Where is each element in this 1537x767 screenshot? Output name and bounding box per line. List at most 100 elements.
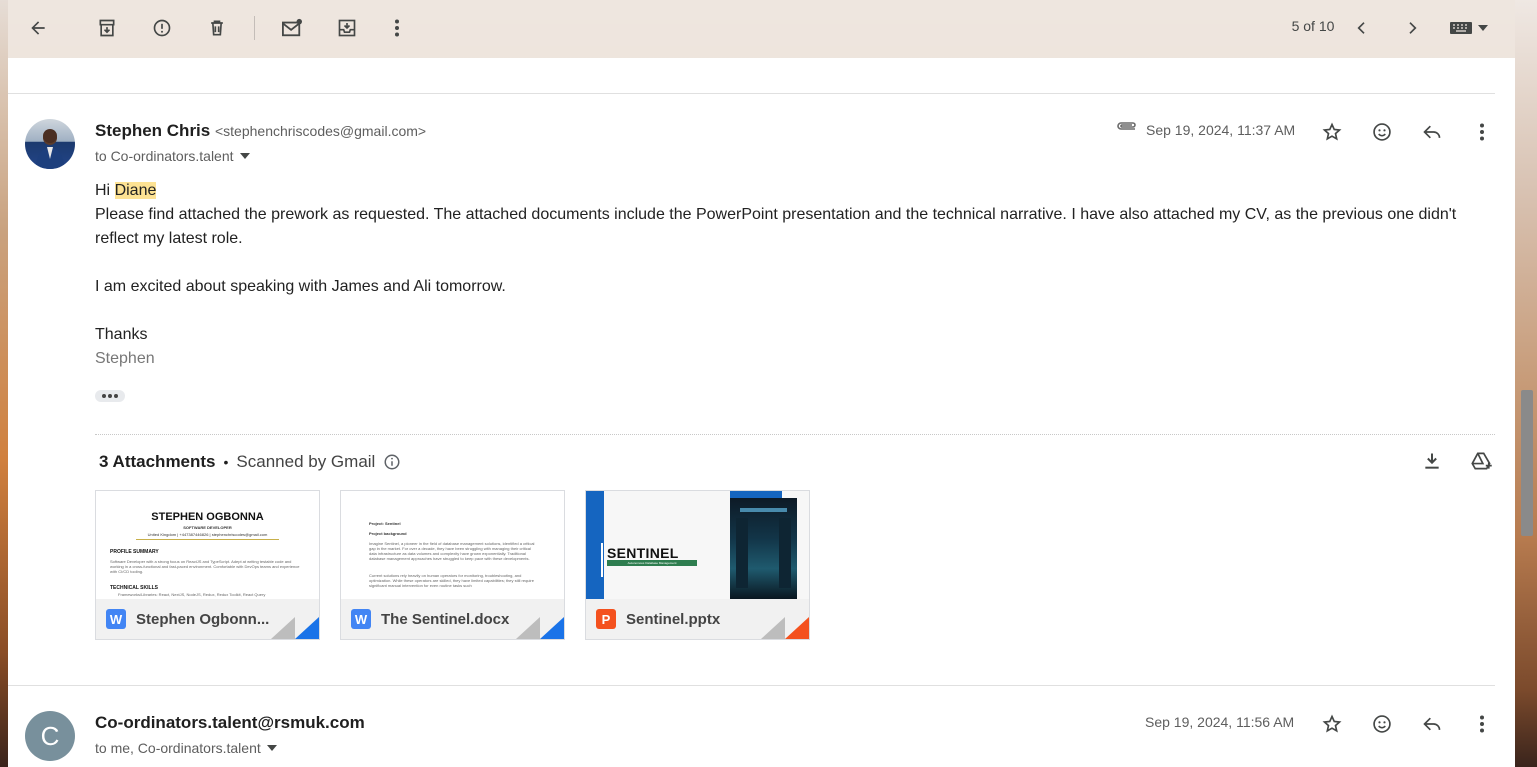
report-spam-button[interactable] — [144, 10, 180, 46]
archive-button[interactable] — [89, 10, 125, 46]
mark-unread-button[interactable] — [274, 10, 310, 46]
show-details-icon[interactable] — [266, 745, 277, 751]
back-arrow-icon — [31, 21, 45, 35]
download-all-icon — [1425, 453, 1439, 469]
attachment-card-sentinel-pptx[interactable]: SENTINEL Autonomous Database Management … — [585, 490, 810, 640]
message-body: Hi Diane Please find attached the prewor… — [95, 179, 1490, 371]
wallpaper-right — [1515, 0, 1537, 767]
greeting: Hi Diane — [95, 182, 157, 199]
star-icon — [1322, 714, 1342, 733]
page-fold — [516, 617, 540, 639]
reply-button[interactable] — [1416, 116, 1448, 148]
preview-title: STEPHEN OGBONNA — [151, 511, 264, 523]
preview-rule — [136, 539, 279, 540]
recipient-text: to Co-ordinators.talent — [95, 148, 234, 164]
mark-unread-icon — [282, 18, 302, 37]
preview-paragraph: Imagine Sentinel, a pioneer in the field… — [369, 541, 535, 561]
move-to-icon — [338, 19, 356, 37]
reply-icon — [1423, 717, 1441, 731]
message-toolbar: 5 of 10 — [8, 0, 1515, 58]
input-tools-button[interactable] — [1444, 10, 1494, 46]
star-icon — [1322, 122, 1342, 141]
more-vert-icon — [395, 19, 399, 37]
pagination-count: 5 of 10 — [1291, 18, 1335, 34]
word-file-icon: W — [106, 609, 126, 629]
star-button[interactable] — [1316, 116, 1348, 148]
server-room-image — [730, 498, 797, 599]
sender-email: <stephenchriscodes@gmail.com> — [214, 123, 427, 139]
add-to-drive-icon — [1471, 452, 1492, 470]
closing: Thanks — [95, 326, 148, 343]
preview-section-skills: TECHNICAL SKILLS — [110, 585, 158, 591]
conversation-panel: Stephen Chris <stephenchriscodes@gmail.c… — [8, 58, 1515, 767]
signature: Stephen — [95, 350, 155, 367]
older-button[interactable] — [1394, 10, 1430, 46]
emoji-icon — [1373, 715, 1391, 733]
message-date[interactable]: Sep 19, 2024, 11:56 AM — [1145, 714, 1294, 730]
download-all-button[interactable] — [1416, 445, 1448, 477]
highlighted-name: Diane — [114, 182, 157, 199]
delete-button[interactable] — [199, 10, 235, 46]
show-trimmed-content-button[interactable] — [95, 390, 125, 402]
message-more-button[interactable] — [1466, 708, 1498, 740]
slide-accent-line — [601, 543, 603, 577]
more-options-button[interactable] — [379, 10, 415, 46]
react-button[interactable] — [1366, 116, 1398, 148]
attachment-preview: STEPHEN OGBONNA SOFTWARE DEVELOPER Unite… — [96, 491, 319, 599]
sender-avatar[interactable] — [25, 119, 75, 169]
page-fold — [271, 617, 295, 639]
attachment-name: Sentinel.pptx — [626, 610, 721, 628]
preview-subheading: Project background — [369, 531, 407, 536]
sender-avatar[interactable]: C — [25, 711, 75, 761]
message-more-button[interactable] — [1466, 116, 1498, 148]
attachment-icon — [1117, 122, 1136, 130]
separator-bullet: • — [223, 454, 229, 470]
move-to-button[interactable] — [329, 10, 365, 46]
delete-icon — [211, 20, 223, 36]
back-button[interactable] — [20, 10, 56, 46]
scrollbar-thumb[interactable] — [1521, 390, 1533, 536]
slide-title: SENTINEL — [607, 545, 679, 561]
preview-contact: United Kingdom | +447387446826 | stephen… — [147, 532, 268, 537]
add-all-to-drive-button[interactable] — [1466, 445, 1498, 477]
dropdown-arrow-icon — [1478, 25, 1488, 31]
sender-name[interactable]: Stephen Chris — [95, 121, 210, 140]
recipient-line: to Co-ordinators.talent — [95, 148, 250, 164]
message-divider — [8, 685, 1495, 686]
file-type-corner — [295, 617, 319, 639]
chevron-right-icon — [1409, 22, 1417, 34]
reply-button[interactable] — [1416, 708, 1448, 740]
newer-button[interactable] — [1344, 10, 1380, 46]
preview-section-summary: PROFILE SUMMARY — [110, 549, 159, 555]
top-divider — [8, 93, 1495, 94]
page-fold — [761, 617, 785, 639]
more-vert-icon — [1480, 123, 1484, 141]
react-button[interactable] — [1366, 708, 1398, 740]
paragraph-1: Please find attached the prework as requ… — [95, 206, 1457, 247]
keyboard-icon — [1450, 22, 1472, 34]
toolbar-divider — [254, 16, 255, 40]
sender-line: Stephen Chris <stephenchriscodes@gmail.c… — [95, 121, 426, 141]
word-file-icon: W — [351, 609, 371, 629]
sender-name[interactable]: Co-ordinators.talent@rsmuk.com — [95, 713, 365, 733]
attachments-count: 3 Attachments — [99, 452, 216, 471]
info-icon[interactable] — [383, 453, 401, 471]
archive-icon — [99, 19, 115, 37]
more-vert-icon — [1480, 715, 1484, 733]
preview-skills-text: Frameworks/Libraries: React, NextJS, Nod… — [118, 592, 266, 597]
message-date[interactable]: Sep 19, 2024, 11:37 AM — [1146, 122, 1295, 138]
file-type-corner — [540, 617, 564, 639]
scanned-label: Scanned by Gmail — [236, 452, 376, 471]
recipient-line: to me, Co-ordinators.talent — [95, 740, 277, 756]
attachment-preview: SENTINEL Autonomous Database Management — [586, 491, 809, 599]
attachment-card-sentinel-docx[interactable]: Project: Sentinel Project background Ima… — [340, 490, 565, 640]
preview-heading: Project: Sentinel — [369, 521, 401, 526]
attachment-preview: Project: Sentinel Project background Ima… — [341, 491, 564, 599]
star-button[interactable] — [1316, 708, 1348, 740]
emoji-icon — [1373, 123, 1391, 141]
chevron-left-icon — [1357, 22, 1365, 34]
wallpaper-left — [0, 0, 8, 767]
attachments-header: 3 Attachments • Scanned by Gmail — [99, 452, 401, 472]
attachment-card-cv[interactable]: STEPHEN OGBONNA SOFTWARE DEVELOPER Unite… — [95, 490, 320, 640]
show-details-icon[interactable] — [239, 153, 250, 159]
